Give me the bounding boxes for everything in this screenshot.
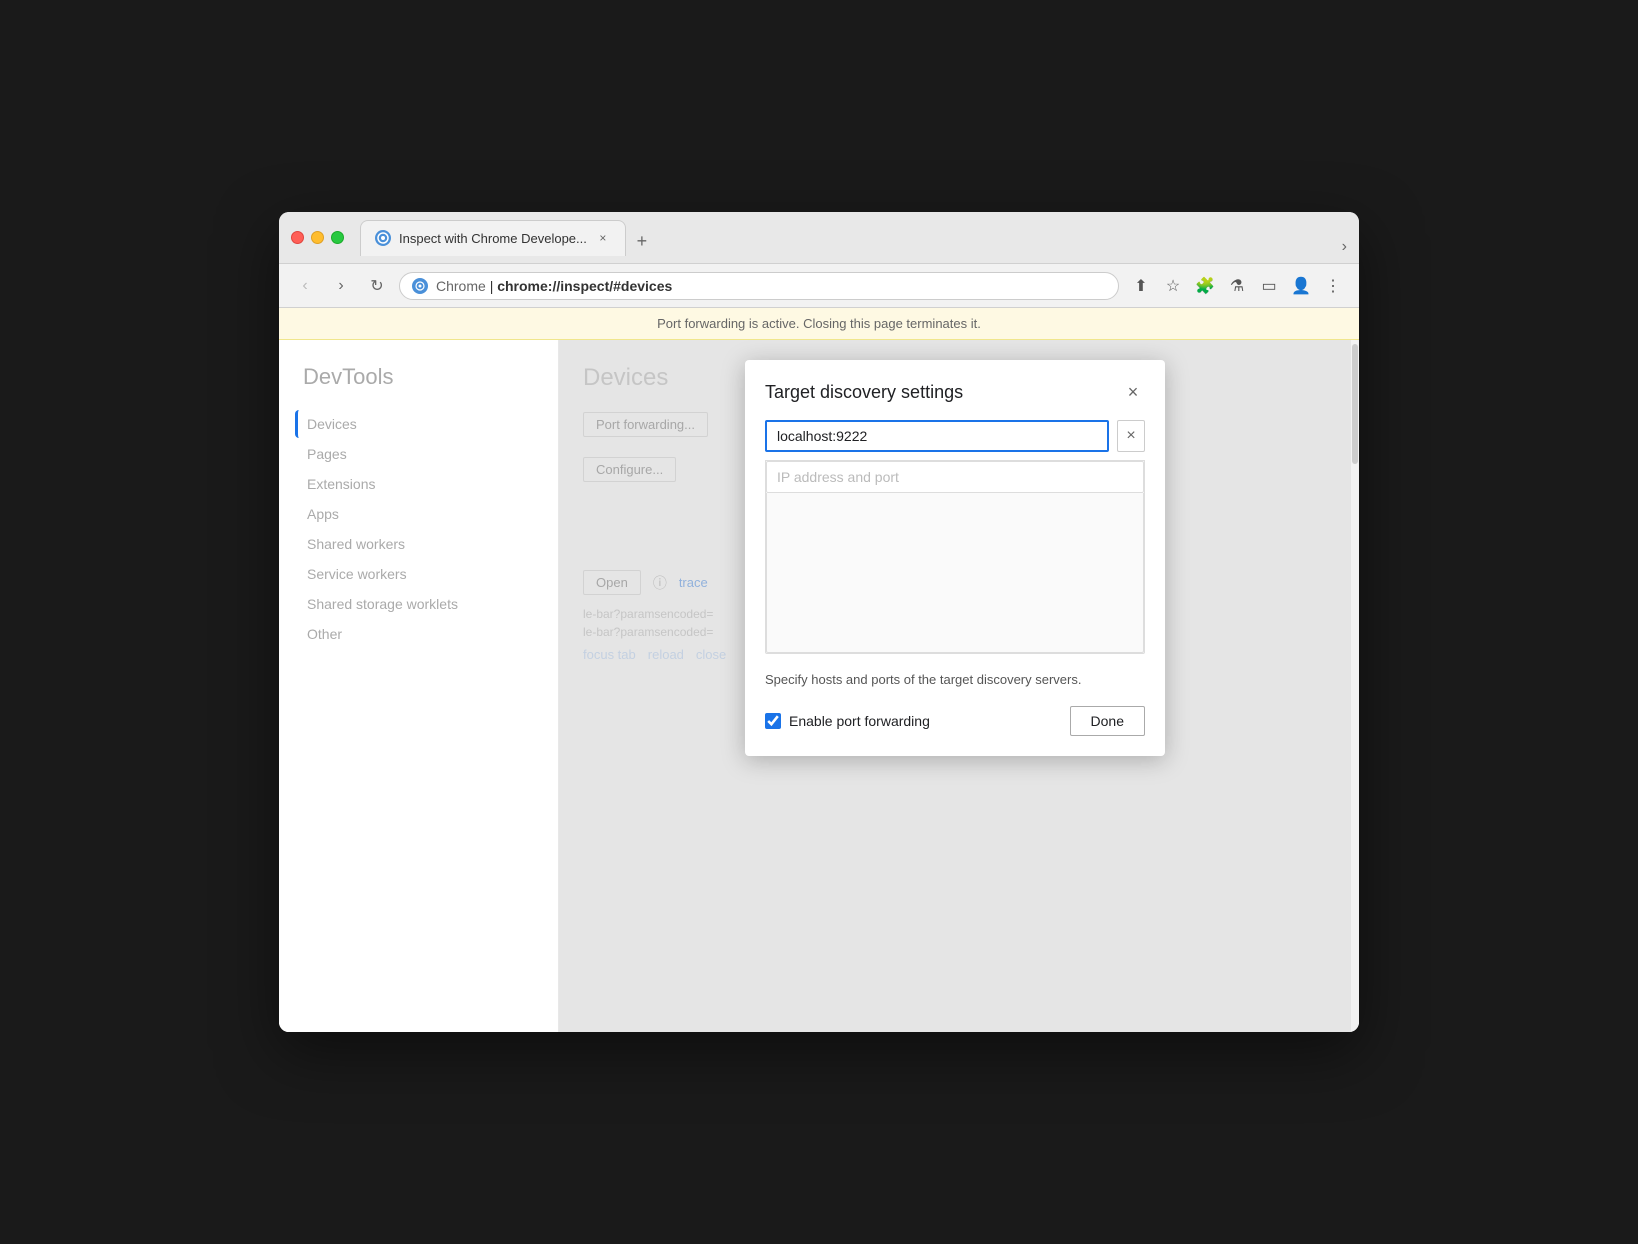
- nav-icon-group: ⬆ ☆ 🧩 ⚗ ▭ 👤 ⋮: [1127, 272, 1347, 300]
- bookmark-icon[interactable]: ☆: [1159, 272, 1187, 300]
- entries-area: [766, 493, 1144, 653]
- description-text: Specify hosts and ports of the target di…: [765, 670, 1145, 690]
- modal-overlay: Target discovery settings × × IP address…: [559, 340, 1351, 1032]
- enable-port-forwarding-label: Enable port forwarding: [789, 713, 930, 729]
- share-icon[interactable]: ⬆: [1127, 272, 1155, 300]
- modal-close-button[interactable]: ×: [1121, 380, 1145, 404]
- address-favicon-icon: [412, 278, 428, 294]
- forward-button[interactable]: ›: [327, 272, 355, 300]
- page-content: DevTools Devices Pages Extensions Apps S…: [279, 340, 1359, 1032]
- main-content: Devices Port forwarding... Configure... …: [559, 340, 1351, 1032]
- maximize-traffic-light[interactable]: [331, 231, 344, 244]
- sidebar-item-devices[interactable]: Devices: [295, 410, 542, 438]
- sidebar-item-apps[interactable]: Apps: [295, 500, 542, 528]
- modal-footer: Enable port forwarding Done: [765, 706, 1145, 736]
- back-button[interactable]: ‹: [291, 272, 319, 300]
- tab-close-button[interactable]: ×: [595, 230, 611, 246]
- traffic-lights: [291, 231, 344, 244]
- tab-bar: Inspect with Chrome Develope... × + ›: [360, 220, 1347, 256]
- extensions-icon[interactable]: 🧩: [1191, 272, 1219, 300]
- reload-button[interactable]: ↻: [363, 272, 391, 300]
- scrollbar-thumb[interactable]: [1352, 344, 1358, 464]
- split-screen-icon[interactable]: ▭: [1255, 272, 1283, 300]
- profile-icon[interactable]: 👤: [1287, 272, 1315, 300]
- sidebar: DevTools Devices Pages Extensions Apps S…: [279, 340, 559, 1032]
- devtools-icon[interactable]: ⚗: [1223, 272, 1251, 300]
- enable-port-forwarding-checkbox[interactable]: [765, 713, 781, 729]
- sidebar-item-shared-storage[interactable]: Shared storage worklets: [295, 590, 542, 618]
- input-clear-button[interactable]: ×: [1117, 420, 1145, 452]
- host-input[interactable]: [765, 420, 1109, 452]
- modal-title: Target discovery settings: [765, 382, 963, 403]
- close-traffic-light[interactable]: [291, 231, 304, 244]
- scrollbar: [1351, 340, 1359, 1032]
- sidebar-item-extensions[interactable]: Extensions: [295, 470, 542, 498]
- sidebar-title: DevTools: [295, 364, 542, 390]
- active-tab[interactable]: Inspect with Chrome Develope... ×: [360, 220, 626, 256]
- tab-favicon-icon: [375, 230, 391, 246]
- port-input-placeholder[interactable]: IP address and port: [766, 461, 1144, 493]
- modal-body: × IP address and port Specify hosts and …: [745, 420, 1165, 756]
- sidebar-item-service-workers[interactable]: Service workers: [295, 560, 542, 588]
- sidebar-item-other[interactable]: Other: [295, 620, 542, 648]
- sidebar-item-pages[interactable]: Pages: [295, 440, 542, 468]
- minimize-traffic-light[interactable]: [311, 231, 324, 244]
- enable-port-forwarding-row: Enable port forwarding: [765, 713, 930, 729]
- modal-header: Target discovery settings ×: [745, 360, 1165, 420]
- target-discovery-modal: Target discovery settings × × IP address…: [745, 360, 1165, 756]
- new-tab-button[interactable]: +: [628, 228, 656, 256]
- info-banner: Port forwarding is active. Closing this …: [279, 308, 1359, 340]
- browser-window: Inspect with Chrome Develope... × + › ‹ …: [279, 212, 1359, 1032]
- sidebar-item-shared-workers[interactable]: Shared workers: [295, 530, 542, 558]
- done-button[interactable]: Done: [1070, 706, 1145, 736]
- menu-icon[interactable]: ⋮: [1319, 272, 1347, 300]
- tab-list-chevron[interactable]: ›: [1342, 238, 1347, 256]
- title-bar: Inspect with Chrome Develope... × + ›: [279, 212, 1359, 264]
- nav-bar: ‹ › ↻ Chrome | chrome://inspect/#devices…: [279, 264, 1359, 308]
- host-input-row: ×: [765, 420, 1145, 452]
- address-text: Chrome | chrome://inspect/#devices: [436, 278, 672, 294]
- tab-title: Inspect with Chrome Develope...: [399, 231, 587, 246]
- address-bar[interactable]: Chrome | chrome://inspect/#devices: [399, 272, 1119, 300]
